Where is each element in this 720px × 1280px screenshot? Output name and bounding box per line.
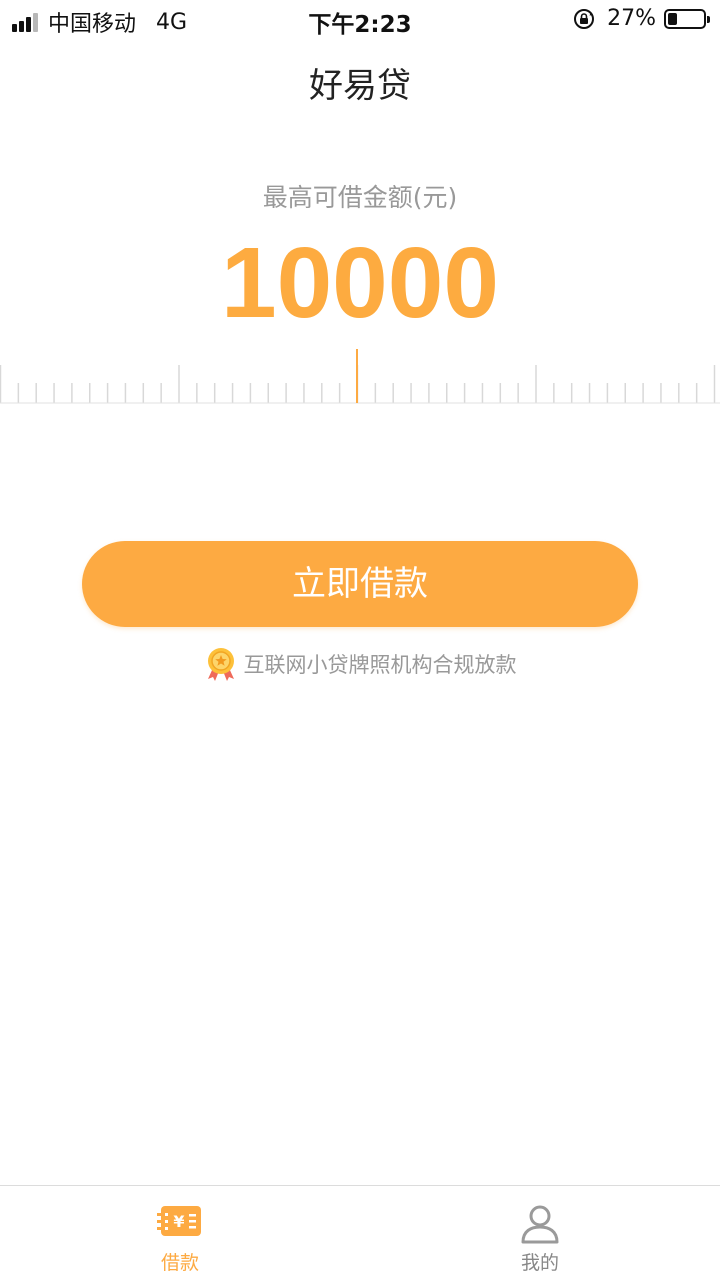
bottom-tab-bar: ¥ 借款 我的: [0, 1185, 720, 1280]
amount-ruler-slider[interactable]: [0, 345, 720, 405]
borrow-now-button[interactable]: 立即借款: [82, 541, 638, 627]
max-amount-value: 10000: [220, 227, 500, 339]
tab-loan[interactable]: ¥ 借款: [0, 1186, 360, 1280]
page-title: 好易贷: [309, 66, 411, 106]
loan-icon: ¥: [157, 1206, 201, 1236]
app-screen: 中国移动 4G 下午2:23 27% 好易贷 最高可借金额(元) 10000 立…: [0, 0, 720, 1280]
status-right: 27%: [573, 6, 710, 31]
svg-text:¥: ¥: [173, 1212, 184, 1231]
license-note-text: 互联网小贷牌照机构合规放款: [243, 653, 517, 677]
license-note: 互联网小贷牌照机构合规放款: [0, 646, 720, 682]
battery-percentage: 27%: [607, 6, 656, 31]
tab-mine[interactable]: 我的: [360, 1186, 720, 1280]
battery-fill: [668, 12, 677, 25]
rotation-lock-icon: [574, 8, 595, 29]
battery-icon: [664, 8, 710, 29]
user-icon: [521, 1205, 559, 1244]
medal-icon: [207, 648, 234, 681]
tab-loan-label: 借款: [160, 1252, 199, 1274]
tab-mine-label: 我的: [520, 1252, 559, 1274]
status-bar: 中国移动 4G 下午2:23 27%: [0, 0, 720, 40]
max-amount-label: 最高可借金额(元): [262, 183, 458, 212]
